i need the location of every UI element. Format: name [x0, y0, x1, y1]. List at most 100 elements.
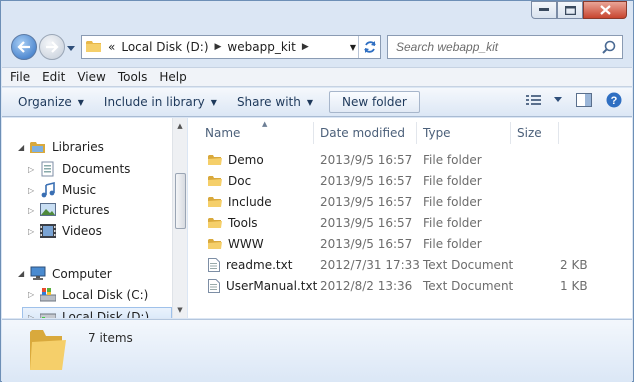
column-header-size[interactable]: Size [511, 122, 559, 144]
file-name-cell[interactable]: Demo [208, 149, 264, 170]
sort-ascending-icon: ▲ [262, 120, 268, 128]
tree-expanded-icon[interactable]: ◢ [18, 269, 28, 278]
tree-collapsed-icon[interactable]: ▷ [28, 165, 38, 174]
file-type: File folder [423, 215, 482, 230]
column-header-name[interactable]: ▲ Name [198, 120, 314, 144]
new-folder-button[interactable]: New folder [329, 91, 420, 113]
libraries-icon [30, 140, 46, 154]
address-bar[interactable]: « Local Disk (D:) ▶ webapp_kit ▶ ▼ [81, 35, 381, 59]
file-name-cell[interactable]: UserManual.txt [208, 275, 317, 296]
share-with-label: Share with [236, 95, 301, 109]
file-row[interactable]: Tools 2013/9/5 16:57 File folder [188, 212, 628, 233]
file-name-cell[interactable]: Tools [208, 212, 258, 233]
tree-label: Videos [62, 224, 102, 238]
recent-pages-dropdown[interactable] [67, 41, 75, 55]
file-row[interactable]: readme.txt 2012/7/31 17:33 Text Document 2 … [188, 254, 628, 275]
organize-label: Organize [18, 95, 72, 109]
folder-icon [208, 196, 222, 208]
refresh-button[interactable] [358, 36, 380, 58]
column-header-label: Name [205, 126, 241, 140]
folder-icon [86, 39, 102, 56]
forward-button[interactable] [39, 34, 65, 60]
file-name-cell[interactable]: Doc [208, 170, 251, 191]
navigation-scrollbar[interactable]: ▲ ▼ [172, 118, 187, 318]
file-row[interactable]: UserManual.txt 2012/8/2 13:36 Text Documen… [188, 275, 628, 296]
column-header-type[interactable]: Type [417, 122, 511, 144]
scroll-down-icon[interactable]: ▼ [173, 302, 187, 318]
chevron-down-icon: ▼ [306, 97, 313, 107]
file-date-modified: 2013/9/5 16:57 [320, 194, 413, 209]
file-row[interactable]: WWW 2013/9/5 16:57 File folder [188, 233, 628, 254]
tree-item-music[interactable]: ▷ Music [28, 182, 96, 198]
breadcrumb-separator-icon[interactable]: ▶ [215, 42, 222, 52]
menu-view[interactable]: View [77, 70, 105, 84]
tree-collapsed-icon[interactable]: ▷ [28, 290, 38, 299]
menu-tools[interactable]: Tools [118, 70, 148, 84]
breadcrumb-webapp-kit[interactable]: webapp_kit [227, 40, 295, 54]
menu-edit[interactable]: Edit [42, 70, 65, 84]
change-view-button[interactable] [526, 94, 562, 106]
scroll-up-icon[interactable]: ▲ [173, 118, 187, 134]
tree-label: Computer [52, 266, 112, 281]
tree-label: Local Disk (D:) [62, 310, 150, 318]
include-in-library-button[interactable]: Include in library ▼ [94, 91, 227, 113]
organize-button[interactable]: Organize ▼ [8, 91, 94, 113]
chevron-down-icon: ▼ [210, 97, 217, 107]
music-icon [40, 182, 56, 198]
text-file-icon [208, 257, 220, 272]
file-type: Text Document [423, 278, 514, 293]
chevron-down-icon [554, 97, 562, 102]
folder-icon [208, 217, 222, 229]
share-with-button[interactable]: Share with ▼ [227, 91, 323, 113]
tree-expanded-icon[interactable]: ◢ [18, 143, 28, 152]
close-button[interactable] [583, 1, 627, 19]
tree-collapsed-icon[interactable]: ▷ [28, 206, 38, 215]
minimize-button[interactable] [531, 1, 557, 19]
file-date-modified: 2012/7/31 17:33 [320, 257, 420, 272]
tree-item-computer[interactable]: ◢ Computer [18, 266, 112, 281]
file-name-cell[interactable]: WWW [208, 233, 264, 254]
search-icon[interactable] [602, 40, 616, 57]
tree-collapsed-icon[interactable]: ▷ [28, 227, 38, 236]
tree-collapsed-icon[interactable]: ▷ [28, 313, 38, 319]
file-row[interactable]: Include 2013/9/5 16:57 File folder [188, 191, 628, 212]
documents-icon [40, 161, 56, 177]
tree-item-local-disk-d[interactable]: ▷ Local Disk (D:) [22, 307, 172, 318]
menu-help[interactable]: Help [159, 70, 186, 84]
search-input[interactable] [396, 40, 596, 54]
tree-item-local-disk-c[interactable]: ▷ Local Disk (C:) [28, 287, 148, 302]
address-row: « Local Disk (D:) ▶ webapp_kit ▶ ▼ [9, 31, 625, 63]
tree-collapsed-icon[interactable]: ▷ [28, 186, 38, 195]
back-button[interactable] [11, 34, 37, 60]
file-date-modified: 2013/9/5 16:57 [320, 173, 413, 188]
file-type: File folder [423, 194, 482, 209]
file-row[interactable]: Doc 2013/9/5 16:57 File folder [188, 170, 628, 191]
maximize-button[interactable] [557, 1, 583, 19]
menu-file[interactable]: File [10, 70, 30, 84]
file-date-modified: 2013/9/5 16:57 [320, 236, 413, 251]
svg-text:?: ? [611, 95, 618, 107]
preview-pane-button[interactable] [576, 93, 592, 107]
text-file-icon [208, 278, 220, 293]
column-header-date-modified[interactable]: Date modified [314, 122, 417, 144]
file-name: readme.txt [226, 257, 293, 272]
folder-icon [208, 154, 222, 166]
file-type: File folder [423, 236, 482, 251]
file-name-cell[interactable]: Include [208, 191, 272, 212]
folder-icon [28, 326, 68, 375]
tree-item-libraries[interactable]: ◢ Libraries [18, 140, 104, 154]
breadcrumb-separator-icon[interactable]: ▶ [302, 42, 309, 52]
scrollbar-thumb[interactable] [175, 173, 186, 229]
help-button[interactable]: ? [606, 92, 622, 108]
address-overflow-chevron[interactable]: « [108, 40, 115, 54]
help-icon: ? [606, 92, 622, 108]
file-row[interactable]: Demo 2013/9/5 16:57 File folder [188, 149, 628, 170]
tree-item-pictures[interactable]: ▷ Pictures [28, 203, 110, 217]
search-box[interactable] [387, 35, 623, 59]
column-header-label: Size [517, 126, 542, 140]
address-dropdown-icon[interactable]: ▼ [350, 43, 356, 52]
file-name-cell[interactable]: readme.txt [208, 254, 292, 275]
tree-item-videos[interactable]: ▷ Videos [28, 224, 102, 238]
tree-item-documents[interactable]: ▷ Documents [28, 161, 130, 177]
breadcrumb-local-disk-d[interactable]: Local Disk (D:) [121, 40, 208, 54]
